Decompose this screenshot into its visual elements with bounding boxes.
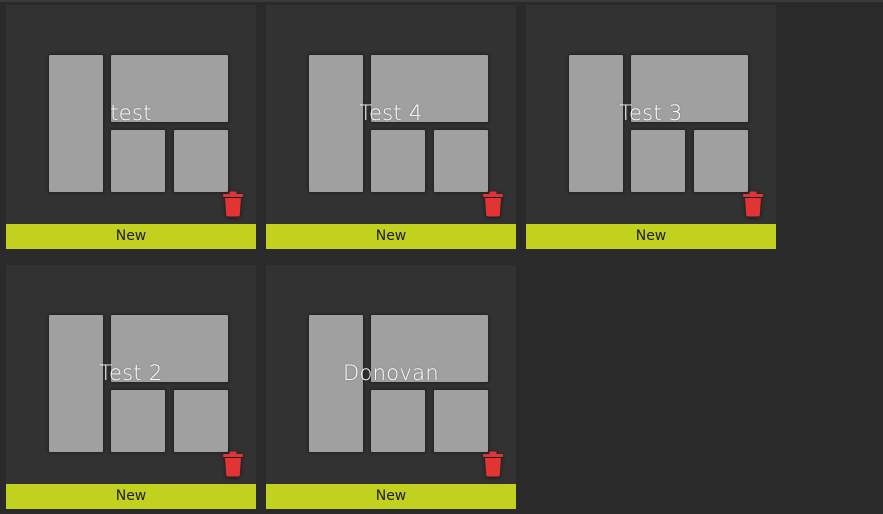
thumbnail-panel-small — [631, 130, 685, 192]
thumbnail-panel-small — [111, 390, 165, 452]
thumbnail-panel-tall — [569, 55, 623, 192]
layout-card[interactable]: test New — [6, 5, 256, 249]
thumbnail-panel-tall — [49, 315, 103, 452]
layout-thumbnail — [266, 5, 516, 223]
layout-card[interactable]: Donovan New — [266, 265, 516, 509]
thumbnail-panel-small — [434, 390, 488, 452]
thumbnail-panel-wide — [371, 315, 488, 382]
layout-thumbnail — [6, 5, 256, 223]
thumbnail-panel-wide — [111, 315, 228, 382]
thumbnail-panel-tall — [49, 55, 103, 192]
layout-gallery: test New Test 4 New Test 3 New Test 2 Ne… — [0, 0, 883, 514]
layout-thumbnail — [526, 5, 776, 223]
thumbnail-panel-wide — [111, 55, 228, 122]
layout-card-grid: test New Test 4 New Test 3 New Test 2 Ne… — [6, 5, 786, 509]
thumbnail-panel-small — [174, 130, 228, 192]
thumbnail-panel-tall — [309, 55, 363, 192]
thumbnail-panel-small — [174, 390, 228, 452]
thumbnail-panel-small — [371, 390, 425, 452]
layout-card[interactable]: Test 3 New — [526, 5, 776, 249]
layout-card[interactable]: Test 4 New — [266, 5, 516, 249]
thumbnail-panel-small — [694, 130, 748, 192]
trash-icon[interactable] — [222, 451, 244, 477]
thumbnail-panel-wide — [631, 55, 748, 122]
thumbnail-panel-small — [371, 130, 425, 192]
thumbnail-panel-tall — [309, 315, 363, 452]
status-bar: New — [6, 224, 256, 249]
thumbnail-panel-wide — [371, 55, 488, 122]
trash-icon[interactable] — [482, 451, 504, 477]
trash-icon[interactable] — [742, 191, 764, 217]
status-bar: New — [266, 484, 516, 509]
trash-icon[interactable] — [222, 191, 244, 217]
thumbnail-panel-small — [434, 130, 488, 192]
status-bar: New — [526, 224, 776, 249]
thumbnail-panel-small — [111, 130, 165, 192]
layout-card[interactable]: Test 2 New — [6, 265, 256, 509]
trash-icon[interactable] — [482, 191, 504, 217]
layout-thumbnail — [6, 265, 256, 483]
status-bar: New — [266, 224, 516, 249]
layout-thumbnail — [266, 265, 516, 483]
status-bar: New — [6, 484, 256, 509]
